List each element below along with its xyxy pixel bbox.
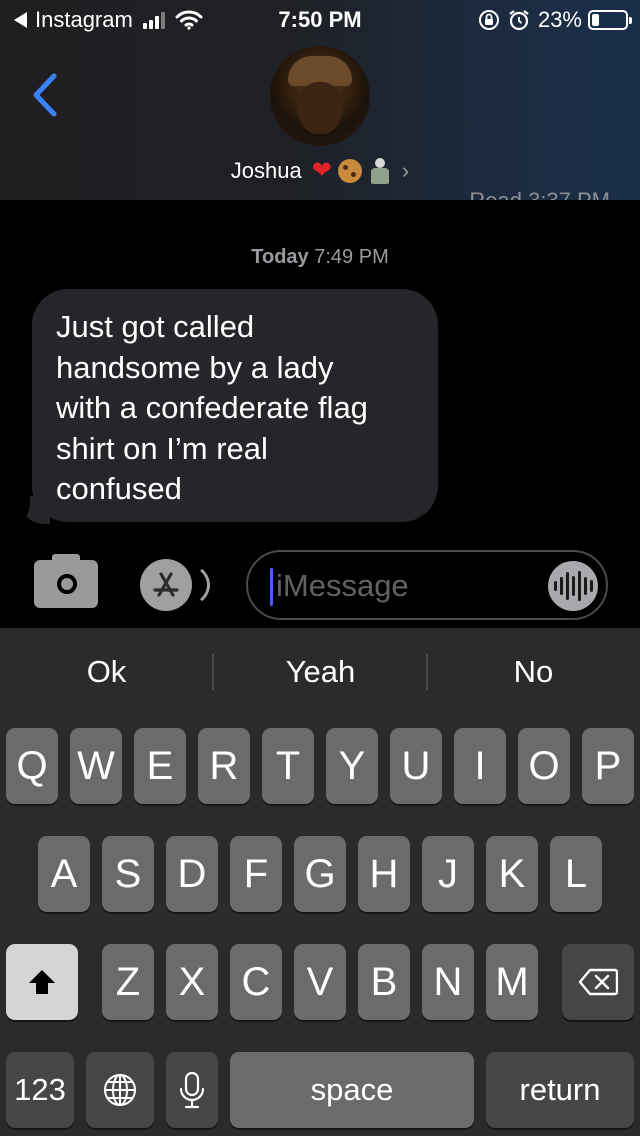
space-key[interactable]: space [230,1052,474,1128]
imessage-placeholder: iMessage [276,568,409,603]
message-line: handsome by a lady [56,349,334,385]
shift-icon [29,970,55,994]
microphone-icon [179,1071,205,1109]
key-v[interactable]: V [294,944,346,1020]
key-z[interactable]: Z [102,944,154,1020]
chevron-left-icon[interactable] [28,72,60,118]
key-u[interactable]: U [390,728,442,804]
key-l[interactable]: L [550,836,602,912]
dictation-key[interactable] [166,1052,218,1128]
key-a[interactable]: A [38,836,90,912]
suggestion-yeah[interactable]: Yeah [214,654,427,690]
camera-button[interactable] [34,554,98,608]
key-b[interactable]: B [358,944,410,1020]
timestamp-label: Today 7:49 PM [0,246,640,269]
camera-icon [52,569,82,599]
app-store-button[interactable] [140,559,210,611]
key-y[interactable]: Y [326,728,378,804]
audio-record-button[interactable] [548,561,598,611]
figure-emoji [368,157,392,184]
shift-key[interactable] [6,944,78,1020]
globe-icon [104,1074,136,1106]
incoming-message-bubble[interactable]: Just got called handsome by a lady with … [32,289,438,522]
status-right: 23% [478,7,632,33]
key-w[interactable]: W [70,728,122,804]
key-i[interactable]: I [454,728,506,804]
delete-icon [578,968,618,996]
message-line: with a confederate flag [56,390,368,425]
text-cursor [270,568,273,606]
message-line: confused [56,471,182,506]
keyboard: Ok Yeah No Q W E R T Y U I O P A S D F G… [0,628,640,1136]
alarm-icon [509,10,529,31]
message-line: shirt on I’m real [56,430,268,466]
suggestion-ok[interactable]: Ok [0,654,213,690]
key-m[interactable]: M [486,944,538,1020]
key-n[interactable]: N [422,944,474,1020]
timestamp-time: 7:49 PM [314,246,389,268]
key-o[interactable]: O [518,728,570,804]
key-x[interactable]: X [166,944,218,1020]
audio-waveform-icon [552,571,594,601]
key-j[interactable]: J [422,836,474,912]
suggestion-no[interactable]: No [427,654,640,690]
key-p[interactable]: P [582,728,634,804]
key-t[interactable]: T [262,728,314,804]
read-receipt: Read 3:37 PM [469,188,610,200]
app-store-icon [153,572,179,597]
key-h[interactable]: H [358,836,410,912]
delete-key[interactable] [562,944,634,1020]
return-key[interactable]: return [486,1052,634,1128]
contact-avatar[interactable] [270,46,370,146]
key-d[interactable]: D [166,836,218,912]
key-k[interactable]: K [486,836,538,912]
timestamp-day: Today [251,246,309,268]
status-bar: Instagram 7:50 PM 23% [0,0,640,40]
numbers-key[interactable]: 123 [6,1052,74,1128]
imessage-input[interactable]: iMessage [246,550,608,620]
key-f[interactable]: F [230,836,282,912]
key-g[interactable]: G [294,836,346,912]
conversation-header: Instagram 7:50 PM 23% Joshua ❤ › [0,0,640,200]
key-q[interactable]: Q [6,728,58,804]
key-e[interactable]: E [134,728,186,804]
orientation-lock-icon [478,10,499,30]
message-line: Just got called [56,309,255,344]
chevron-right-icon: › [401,157,410,183]
key-s[interactable]: S [102,836,154,912]
globe-key[interactable] [86,1052,154,1128]
heart-emoji: ❤ [311,157,332,184]
quicktype-bar: Ok Yeah No [0,628,640,716]
contact-name-button[interactable]: Joshua ❤ › [0,156,640,185]
battery-icon [588,10,632,30]
battery-percent: 23% [537,7,582,32]
contact-name: Joshua [230,157,302,183]
cookie-emoji [337,158,362,183]
key-c[interactable]: C [230,944,282,1020]
key-r[interactable]: R [198,728,250,804]
